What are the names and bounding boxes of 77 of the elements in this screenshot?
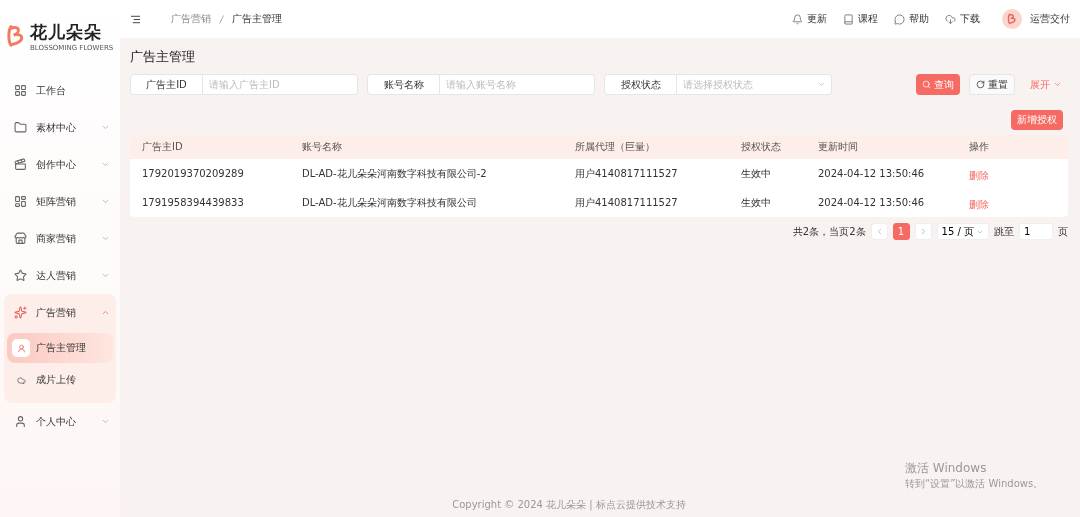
chevron-down-icon <box>101 197 110 206</box>
menu-icon[interactable] <box>130 13 141 25</box>
chevron-up-icon <box>101 308 110 317</box>
sidebar-item[interactable]: 达人营销 <box>4 257 116 294</box>
activation-title: 激活 Windows <box>905 460 988 477</box>
page-size-select[interactable]: 15 / 页 <box>936 223 989 240</box>
book-icon <box>843 13 854 25</box>
column-header: 授权状态 <box>741 140 782 154</box>
clapperboard-icon <box>14 158 27 171</box>
reset-button[interactable]: 重置 <box>969 74 1015 95</box>
table-cell-text: 2024-04-12 13:50:46 <box>818 197 926 208</box>
header-link[interactable]: 帮助 <box>894 12 929 26</box>
refresh-icon <box>976 80 985 89</box>
grid-icon <box>14 84 27 97</box>
table-cell-text: 用户4140817111527 <box>575 166 679 181</box>
page-title: 广告主管理 <box>130 48 196 66</box>
page-suffix: 页 <box>1058 224 1068 239</box>
header-link[interactable]: 下载 <box>945 12 980 26</box>
sidebar-item[interactable]: 工作台 <box>4 72 116 109</box>
star-icon <box>14 269 27 282</box>
breadcrumb-separator-icon <box>219 14 224 24</box>
table-cell-text: 1792019370209289 <box>142 168 245 179</box>
page-input[interactable]: 1 <box>1019 223 1053 240</box>
dashboard-icon <box>14 195 27 208</box>
person-icon <box>16 343 26 353</box>
column-header: 更新时间 <box>818 140 859 154</box>
cloud-icon <box>16 375 26 385</box>
column-header: 所属代理（巨量） <box>575 140 656 154</box>
total-count: 共2条，当页2条 <box>792 224 866 239</box>
table-cell-text: 生效中 <box>741 195 772 210</box>
person-icon <box>14 415 27 428</box>
submenu-item[interactable]: 成片上传 <box>7 365 113 395</box>
input-field[interactable]: 请输入账号名称 <box>440 74 595 95</box>
chevron-down-icon <box>1053 80 1062 89</box>
chevron-down-icon <box>101 234 110 243</box>
column-header: 账号名称 <box>302 140 343 154</box>
chat-icon <box>894 13 905 25</box>
table-cell-text: 1791958394439833 <box>142 197 245 208</box>
sparkle-icon <box>14 306 27 319</box>
download-icon <box>945 13 956 25</box>
chevron-down-icon <box>101 160 110 169</box>
jump-label: 跳至 <box>994 224 1014 239</box>
table-cell-text: 用户4140817111527 <box>575 195 679 210</box>
user-name[interactable]: 运营交付 <box>1030 12 1070 26</box>
avatar[interactable] <box>1002 9 1022 29</box>
logo-icon <box>1006 13 1018 25</box>
folder-icon <box>14 121 27 134</box>
column-header: 操作 <box>969 140 990 154</box>
copyright-text: Copyright © 2024 花儿朵朵 | 标点云提供技术支持 <box>452 499 686 510</box>
activation-subtitle: 转到“设置”以激活 Windows。 <box>905 477 1044 491</box>
sidebar-item[interactable]: 个人中心 <box>4 403 116 440</box>
sidebar-item[interactable]: 矩阵营销 <box>4 183 116 220</box>
sidebar-item[interactable]: 商家营销 <box>4 220 116 257</box>
logo-name: 花儿朵朵 <box>30 20 103 44</box>
filter-label: 授权状态 <box>604 74 677 95</box>
header-link[interactable]: 更新 <box>792 12 827 26</box>
sidebar-item[interactable]: 创作中心 <box>4 146 116 183</box>
filter-label: 广告主ID <box>130 74 203 95</box>
breadcrumb-item: 广告主管理 <box>232 12 282 26</box>
column-header: 广告主ID <box>142 140 184 154</box>
sidebar-item[interactable]: 素材中心 <box>4 109 116 146</box>
table-cell-text: 2024-04-12 13:50:46 <box>818 168 926 179</box>
chevron-down-icon <box>817 80 826 89</box>
select-field[interactable]: 请选择授权状态 <box>677 74 832 95</box>
search-icon <box>922 80 931 89</box>
table-cell-text: DL-AD-花儿朵朵河南数字科技有限公司 <box>302 195 478 210</box>
header-link[interactable]: 课程 <box>843 12 878 26</box>
table-cell-text: DL-AD-花儿朵朵河南数字科技有限公司-2 <box>302 166 488 181</box>
store-icon <box>14 232 27 245</box>
breadcrumb-item[interactable]: 广告营销 <box>171 12 211 26</box>
chevron-down-icon <box>101 417 110 426</box>
filter-label: 账号名称 <box>367 74 440 95</box>
table-cell-text: 生效中 <box>741 166 772 181</box>
chevron-down-icon <box>101 271 110 280</box>
chevron-down-icon <box>101 123 110 132</box>
submenu-item[interactable]: 广告主管理 <box>7 333 113 363</box>
bell-icon <box>792 13 803 25</box>
